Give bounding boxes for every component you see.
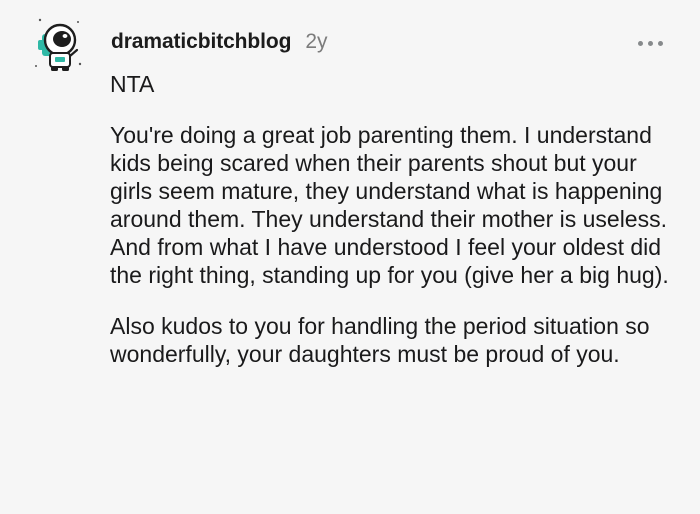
- comment-header: dramaticbitchblog 2y: [111, 30, 328, 60]
- more-options-icon: [638, 40, 643, 46]
- more-options-icon: [658, 40, 663, 46]
- comment-paragraph: Also kudos to you for handling the perio…: [110, 313, 650, 367]
- comment-paragraph: NTA: [110, 71, 155, 97]
- comment-body: NTA You're doing a great job parenting t…: [110, 70, 685, 368]
- astronaut-avatar-icon: [35, 18, 82, 71]
- comment: dramaticbitchblog 2y NTA You're doing a …: [0, 0, 700, 514]
- comment-author[interactable]: dramaticbitchblog: [111, 30, 291, 54]
- more-options-icon: [648, 40, 653, 46]
- user-avatar[interactable]: [30, 14, 86, 74]
- comment-paragraph: You're doing a great job parenting them.…: [110, 122, 669, 288]
- comment-age[interactable]: 2y: [305, 30, 327, 54]
- more-options-button[interactable]: [638, 36, 666, 50]
